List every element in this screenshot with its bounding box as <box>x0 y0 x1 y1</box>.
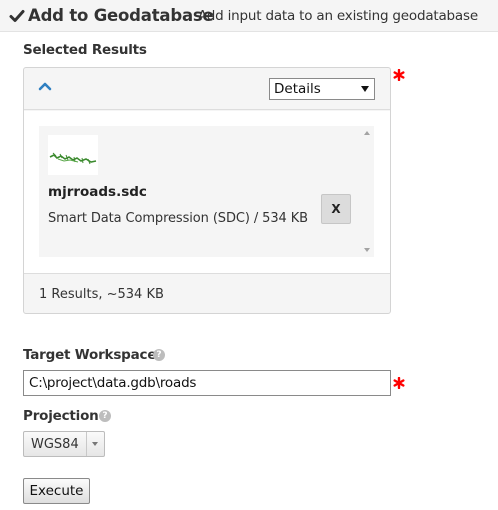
results-list: mjrroads.sdc Smart Data Compression (SDC… <box>39 126 374 257</box>
question-icon[interactable]: ? <box>99 410 111 422</box>
scroll-up-arrow-icon[interactable] <box>364 131 370 135</box>
projection-value: WGS84 <box>31 437 79 452</box>
checkmark-icon <box>9 10 25 22</box>
tool-header: Add to Geodatabase Add input data to an … <box>0 0 498 32</box>
required-asterisk-icon <box>393 69 405 81</box>
chevron-down-icon <box>361 86 369 92</box>
required-asterisk-icon <box>393 377 405 389</box>
selected-results-panel: Details mjrroads.sdc Smart Data Compress… <box>23 67 391 314</box>
tool-description: Add input data to an existing geodatabas… <box>198 8 478 24</box>
road-map-thumbnail <box>48 135 98 175</box>
scroll-down-arrow-icon[interactable] <box>364 248 370 252</box>
question-icon[interactable]: ? <box>153 349 165 361</box>
results-panel-header: Details <box>24 68 390 110</box>
remove-result-button[interactable]: X <box>321 194 351 224</box>
result-file-name: mjrroads.sdc <box>48 184 147 200</box>
results-panel-body: mjrroads.sdc Smart Data Compression (SDC… <box>24 111 390 273</box>
results-scrollbar[interactable] <box>360 126 374 257</box>
target-workspace-input[interactable] <box>23 370 391 396</box>
chevron-down-icon <box>92 442 98 446</box>
selected-results-label: Selected Results <box>23 42 147 58</box>
result-file-description: Smart Data Compression (SDC) / 534 KB <box>48 211 308 226</box>
projection-label: Projection <box>23 408 99 424</box>
results-panel-footer: 1 Results, ~534 KB <box>24 273 390 313</box>
tool-title: Add to Geodatabase <box>28 6 214 25</box>
target-workspace-label: Target Workspace <box>23 347 157 363</box>
execute-button[interactable]: Execute <box>23 478 90 504</box>
list-item: mjrroads.sdc Smart Data Compression (SDC… <box>39 126 360 239</box>
projection-dropdown-toggle[interactable] <box>86 432 104 456</box>
view-mode-value: Details <box>274 81 321 97</box>
view-mode-select[interactable]: Details <box>269 78 375 100</box>
chevron-up-icon[interactable] <box>38 80 52 92</box>
projection-select[interactable]: WGS84 <box>23 431 105 457</box>
results-summary: 1 Results, ~534 KB <box>39 287 164 302</box>
